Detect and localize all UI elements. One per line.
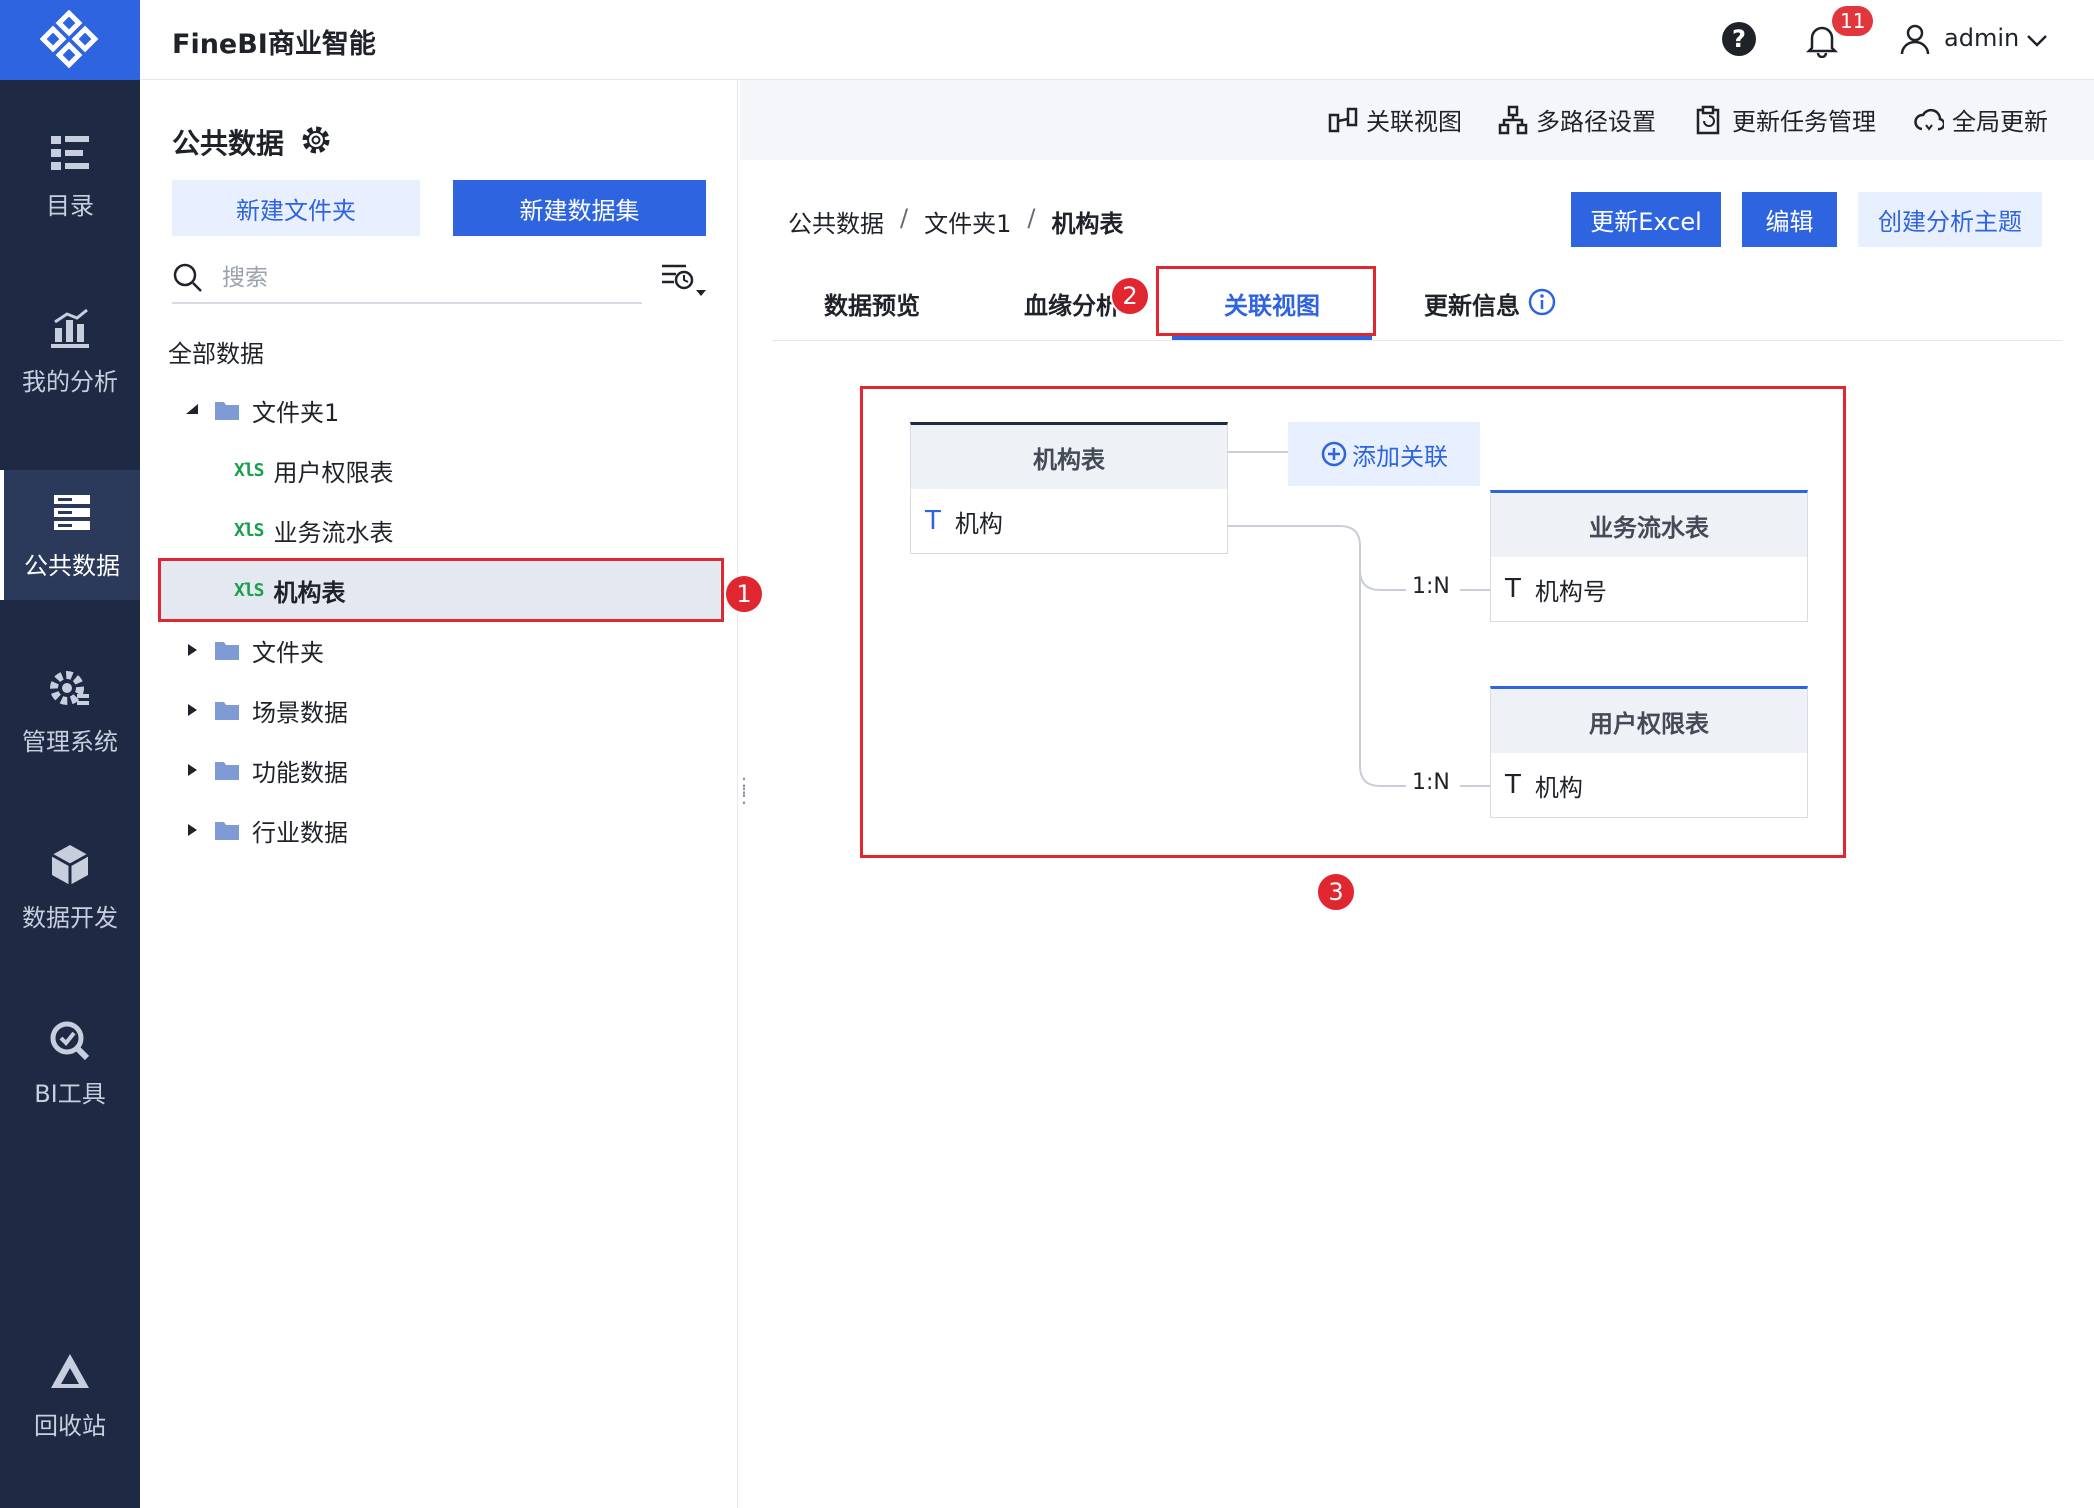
xls-icon: XlS xyxy=(234,519,264,541)
recycle-icon xyxy=(51,1353,89,1388)
relation-view-label: 关联视图 xyxy=(1366,108,1462,136)
top-header: FineBI商业智能 ? 11 admin xyxy=(140,0,2094,80)
nav-public-data-label: 公共数据 xyxy=(24,551,120,580)
tree-label: 行业数据 xyxy=(252,818,348,847)
database-icon xyxy=(54,494,90,530)
breadcrumb-folder[interactable]: 文件夹1 xyxy=(924,204,1011,239)
relation-view-button[interactable]: 关联视图 xyxy=(1328,102,1462,137)
annotation-number-1: 1 xyxy=(724,574,764,614)
nav-bi-tools-label: BI工具 xyxy=(34,1079,106,1108)
tree-folder-industry[interactable]: 行业数据 xyxy=(140,800,738,860)
update-tasks-label: 更新任务管理 xyxy=(1732,108,1876,136)
nav-my-analysis-label: 我的分析 xyxy=(22,367,118,396)
tab-data-preview[interactable]: 数据预览 xyxy=(824,286,920,321)
tree-folder[interactable]: 文件夹 xyxy=(140,620,738,680)
left-nav: 目录 我的分析 公共数据 管理系统 数据开发 BI工具 回收站 xyxy=(0,0,140,1508)
update-excel-button[interactable]: 更新Excel xyxy=(1571,192,1721,247)
tree-placeholder xyxy=(140,278,738,338)
finebi-logo[interactable] xyxy=(0,0,140,80)
help-icon[interactable]: ? xyxy=(1722,22,1756,56)
nav-recycle-bin[interactable]: 回收站 xyxy=(0,1330,140,1460)
nav-data-dev-label: 数据开发 xyxy=(22,903,118,932)
tree-label: 文件夹1 xyxy=(252,398,340,427)
nav-bi-tools[interactable]: BI工具 xyxy=(0,998,140,1128)
collapsed-arrow-icon[interactable] xyxy=(184,642,200,658)
multipath-icon xyxy=(1498,105,1528,134)
tree-item-business-flow[interactable]: XlS 业务流水表 xyxy=(140,500,738,560)
new-dataset-button[interactable]: 新建数据集 xyxy=(453,180,706,236)
chevron-down-icon[interactable] xyxy=(2024,28,2050,54)
tab-update-info[interactable]: 更新信息 xyxy=(1424,286,1520,321)
collapsed-arrow-icon[interactable] xyxy=(184,762,200,778)
new-folder-button[interactable]: 新建文件夹 xyxy=(172,180,420,236)
nav-data-dev[interactable]: 数据开发 xyxy=(0,822,140,952)
relation-view-icon xyxy=(1328,107,1358,132)
breadcrumb: 公共数据 / 文件夹1 / 机构表 xyxy=(788,204,1123,239)
tree-folder-scene[interactable]: 场景数据 xyxy=(140,680,738,740)
expanded-arrow-icon[interactable] xyxy=(184,402,200,418)
edit-button[interactable]: 编辑 xyxy=(1742,192,1837,247)
logo-icon xyxy=(40,10,99,69)
breadcrumb-root[interactable]: 公共数据 xyxy=(788,204,884,239)
username[interactable]: admin xyxy=(1944,24,2019,52)
annotation-number-2: 2 xyxy=(1110,276,1150,316)
chart-icon xyxy=(51,308,89,348)
nav-recycle-bin-label: 回收站 xyxy=(34,1411,106,1440)
xls-icon: XlS xyxy=(234,459,264,481)
tree-folder-1[interactable]: 文件夹1 xyxy=(140,380,738,440)
nav-public-data[interactable]: 公共数据 xyxy=(0,470,140,600)
info-icon[interactable] xyxy=(1528,288,1556,316)
tree-label: 功能数据 xyxy=(252,758,348,787)
tree-folder-function[interactable]: 功能数据 xyxy=(140,740,738,800)
active-tab-indicator xyxy=(1172,336,1372,340)
collapsed-arrow-icon[interactable] xyxy=(184,822,200,838)
breadcrumb-separator: / xyxy=(900,204,909,232)
panel-splitter-handle[interactable]: ⋮ ⋮ xyxy=(734,775,754,810)
nav-management-label: 管理系统 xyxy=(22,727,118,756)
tab-lineage-analysis[interactable]: 血缘分析 xyxy=(1024,286,1120,321)
app-title: FineBI商业智能 xyxy=(172,29,376,60)
tabs-divider xyxy=(772,340,2062,341)
notification-badge: 11 xyxy=(1832,6,1874,36)
user-icon[interactable] xyxy=(1898,22,1932,56)
breadcrumb-separator: / xyxy=(1027,204,1036,232)
tree-label: 文件夹 xyxy=(252,638,324,667)
folder-icon xyxy=(215,822,239,840)
tree-item-user-permission[interactable]: XlS 用户权限表 xyxy=(140,440,738,500)
annotation-box-3 xyxy=(860,386,1846,858)
nav-management[interactable]: 管理系统 xyxy=(0,646,140,776)
annotation-box-1 xyxy=(158,558,724,622)
folder-icon xyxy=(215,762,239,780)
breadcrumb-current: 机构表 xyxy=(1051,210,1124,238)
folder-icon xyxy=(215,402,239,420)
global-update-label: 全局更新 xyxy=(1952,108,2048,136)
all-data-label[interactable]: 全部数据 xyxy=(168,334,264,369)
cloud-refresh-icon xyxy=(1914,108,1944,131)
tree-label: 业务流水表 xyxy=(273,518,394,547)
catalog-icon xyxy=(51,135,89,170)
tree-label: 用户权限表 xyxy=(273,458,394,487)
multipath-label: 多路径设置 xyxy=(1536,108,1656,136)
collapsed-arrow-icon[interactable] xyxy=(184,702,200,718)
task-clipboard-icon xyxy=(1696,105,1720,134)
cube-icon xyxy=(51,844,89,885)
create-analysis-topic-button[interactable]: 创建分析主题 xyxy=(1858,192,2042,247)
nav-catalog[interactable]: 目录 xyxy=(0,110,140,240)
gear-icon[interactable] xyxy=(300,124,332,156)
sidebar-title: 公共数据 xyxy=(172,127,285,160)
tree-label: 场景数据 xyxy=(252,698,348,727)
nav-my-analysis[interactable]: 我的分析 xyxy=(0,286,140,416)
folder-icon xyxy=(215,702,239,720)
tools-icon xyxy=(50,1021,90,1060)
annotation-number-3: 3 xyxy=(1316,872,1356,912)
global-update-button[interactable]: 全局更新 xyxy=(1914,102,2048,137)
multipath-settings-button[interactable]: 多路径设置 xyxy=(1498,102,1656,137)
update-task-management-button[interactable]: 更新任务管理 xyxy=(1694,102,1876,137)
folder-icon xyxy=(215,642,239,660)
settings-gear-icon xyxy=(50,670,89,705)
annotation-box-2 xyxy=(1156,266,1376,336)
nav-catalog-label: 目录 xyxy=(46,191,94,220)
main-toolbar: 关联视图 多路径设置 更新任务管理 全局更新 xyxy=(740,80,2094,160)
